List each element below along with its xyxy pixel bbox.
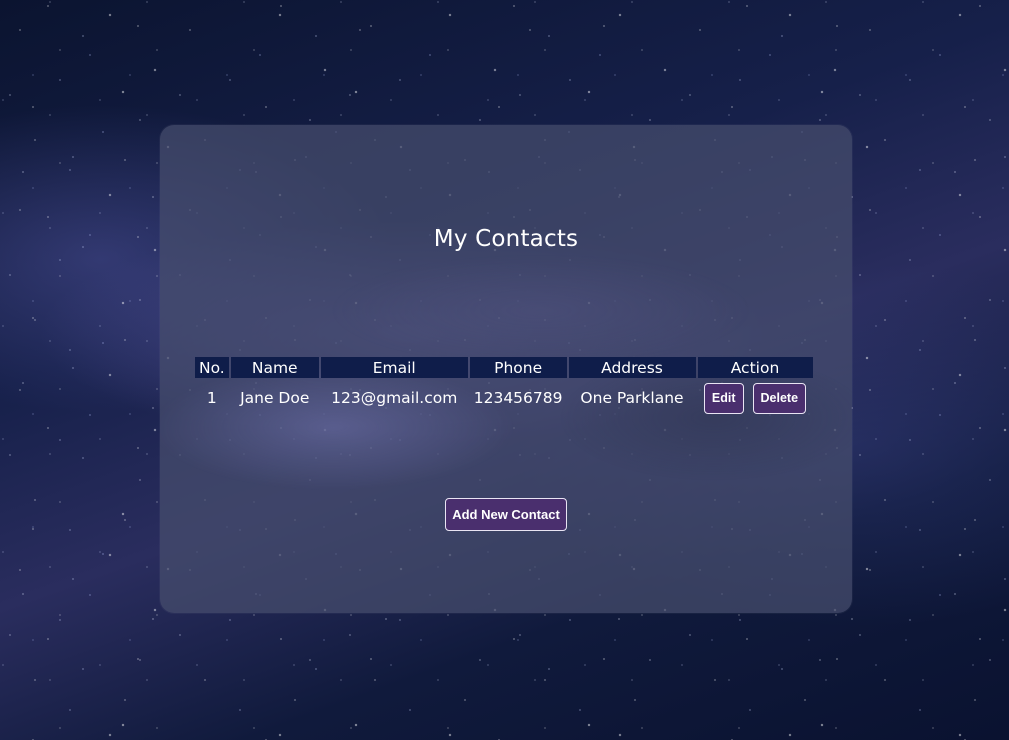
contacts-card: My Contacts No. Name Email Phone Address…	[160, 125, 852, 613]
column-header-name: Name	[230, 357, 319, 378]
edit-button[interactable]: Edit	[703, 382, 744, 414]
column-header-email: Email	[320, 357, 468, 378]
column-header-phone: Phone	[469, 357, 567, 378]
column-header-action: Action	[697, 357, 813, 378]
cell-action: Edit Delete	[698, 378, 813, 418]
contacts-table: No. Name Email Phone Address Action 1 Ja…	[193, 357, 815, 418]
page-title: My Contacts	[433, 226, 579, 252]
column-header-no: No.	[195, 357, 229, 378]
cell-phone: 123456789	[473, 389, 563, 407]
column-header-address: Address	[568, 357, 696, 378]
add-new-contact-button[interactable]: Add New Contact	[445, 498, 567, 531]
cell-address: One Parklane	[580, 389, 684, 407]
cell-email: 123@gmail.com	[331, 389, 458, 407]
cell-no: 1	[206, 389, 217, 407]
row-actions: Edit Delete	[702, 382, 809, 414]
table-header-row: No. Name Email Phone Address Action	[195, 357, 813, 378]
delete-button[interactable]: Delete	[752, 382, 807, 414]
cell-name: Jane Doe	[240, 389, 310, 407]
table-row: 1 Jane Doe 123@gmail.com 123456789 One P…	[195, 378, 813, 418]
